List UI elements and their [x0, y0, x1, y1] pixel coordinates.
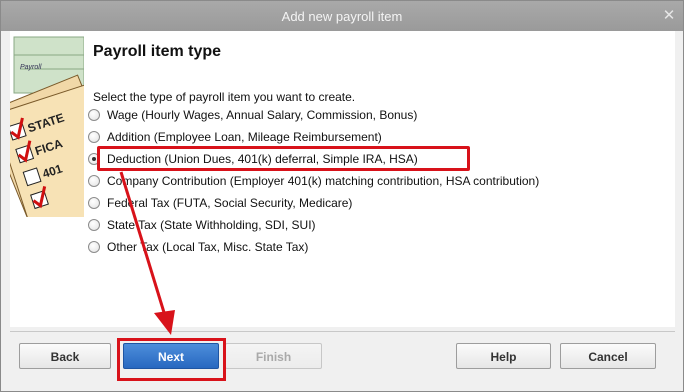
- radio-button[interactable]: [88, 175, 100, 187]
- instruction-text: Select the type of payroll item you want…: [93, 90, 356, 104]
- radio-button[interactable]: [88, 131, 100, 143]
- radio-option-federal-tax[interactable]: Federal Tax (FUTA, Social Security, Medi…: [88, 194, 352, 212]
- radio-option-addition[interactable]: Addition (Employee Loan, Mileage Reimbur…: [88, 128, 382, 146]
- divider: [10, 331, 675, 332]
- help-button[interactable]: Help: [456, 343, 551, 369]
- option-label: State Tax (State Withholding, SDI, SUI): [107, 218, 316, 232]
- next-highlight-box: [117, 338, 226, 381]
- window-title: Add new payroll item: [281, 9, 403, 24]
- radio-button[interactable]: [88, 197, 100, 209]
- radio-option-state-tax[interactable]: State Tax (State Withholding, SDI, SUI): [88, 216, 316, 234]
- deduction-highlight-box: [97, 146, 470, 171]
- cancel-button[interactable]: Cancel: [560, 343, 656, 369]
- option-label: Company Contribution (Employer 401(k) ma…: [107, 174, 540, 188]
- illus-label-payroll: Payroll: [20, 64, 42, 71]
- radio-button[interactable]: [88, 109, 100, 121]
- radio-option-company-contribution[interactable]: Company Contribution (Employer 401(k) ma…: [88, 172, 539, 190]
- payroll-illustration-icon: Payroll STATE FICA 401: [10, 31, 84, 217]
- option-label: Other Tax (Local Tax, Misc. State Tax): [107, 240, 309, 254]
- back-button[interactable]: Back: [19, 343, 111, 369]
- option-label: Wage (Hourly Wages, Annual Salary, Commi…: [107, 108, 418, 122]
- title-bar: Add new payroll item ✕: [1, 1, 683, 31]
- radio-button[interactable]: [88, 219, 100, 231]
- radio-button[interactable]: [88, 241, 100, 253]
- finish-button[interactable]: Finish: [225, 343, 322, 369]
- option-label: Federal Tax (FUTA, Social Security, Medi…: [107, 196, 353, 210]
- radio-option-wage[interactable]: Wage (Hourly Wages, Annual Salary, Commi…: [88, 106, 417, 124]
- page-title: Payroll item type: [93, 43, 222, 60]
- dialog-window: Add new payroll item ✕ Payroll STATE FIC…: [0, 0, 684, 392]
- option-label: Addition (Employee Loan, Mileage Reimbur…: [107, 130, 382, 144]
- close-icon[interactable]: ✕: [661, 8, 677, 24]
- radio-option-other-tax[interactable]: Other Tax (Local Tax, Misc. State Tax): [88, 238, 308, 256]
